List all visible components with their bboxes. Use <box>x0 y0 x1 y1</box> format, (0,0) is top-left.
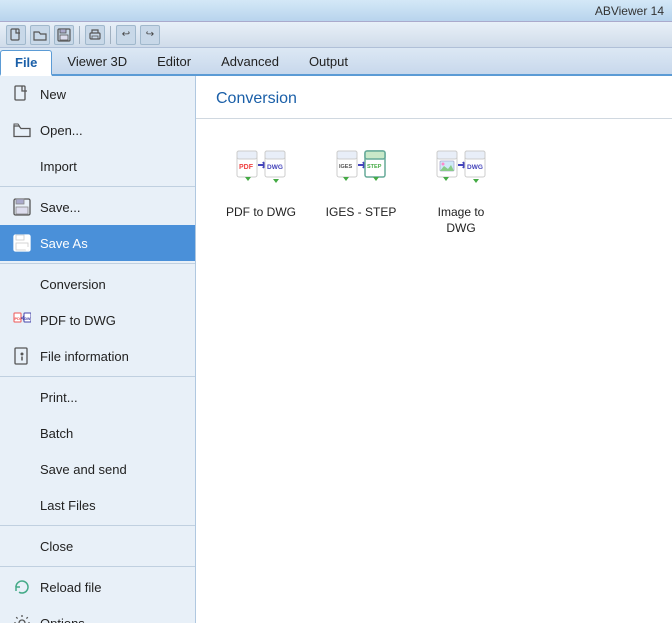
conversion-item-image-to-dwg-label: Image toDWG <box>438 205 485 236</box>
tab-file[interactable]: File <box>0 50 52 76</box>
print-icon <box>12 387 32 407</box>
tab-output[interactable]: Output <box>294 48 363 74</box>
sidebar-item-close[interactable]: Close <box>0 528 195 564</box>
sidebar-item-conversion[interactable]: Conversion <box>0 266 195 302</box>
options-icon <box>12 613 32 623</box>
close-item-icon <box>12 536 32 556</box>
conversion-icon <box>12 274 32 294</box>
sidebar-item-save[interactable]: Save... <box>0 189 195 225</box>
tab-viewer3d[interactable]: Viewer 3D <box>52 48 142 74</box>
sidebar-item-last-files[interactable]: Last Files <box>0 487 195 523</box>
divider-2 <box>0 263 195 264</box>
sidebar-item-open[interactable]: Open... <box>0 112 195 148</box>
sidebar-item-import-label: Import <box>40 159 77 174</box>
sidebar-item-save-and-send-label: Save and send <box>40 462 127 477</box>
sidebar-item-reload-file-label: Reload file <box>40 580 101 595</box>
sidebar-item-options-label: Options... <box>40 616 96 623</box>
sidebar-item-file-information[interactable]: File information <box>0 338 195 374</box>
sidebar-item-batch[interactable]: Batch <box>0 415 195 451</box>
new-doc-icon <box>12 84 32 104</box>
svg-text:DWG: DWG <box>467 164 483 171</box>
svg-text:STEP: STEP <box>367 164 382 170</box>
pdf-dwg-icon: PDF DWG <box>12 310 32 330</box>
sidebar-item-print-label: Print... <box>40 390 78 405</box>
toolbar-save-icon[interactable] <box>54 25 74 45</box>
sidebar-item-new[interactable]: New <box>0 76 195 112</box>
sidebar-item-save-label: Save... <box>40 200 80 215</box>
sidebar-item-batch-label: Batch <box>40 426 73 441</box>
toolbar: ↩ ↪ <box>0 22 672 48</box>
sidebar-item-pdf-to-dwg-label: PDF to DWG <box>40 313 116 328</box>
conversion-item-iges-step-label: IGES - STEP <box>326 205 397 221</box>
file-info-icon <box>12 346 32 366</box>
batch-icon <box>12 423 32 443</box>
sidebar-item-import[interactable]: Import <box>0 148 195 184</box>
toolbar-undo-icon[interactable]: ↩ <box>116 25 136 45</box>
svg-text:PDF: PDF <box>239 164 254 171</box>
main-layout: New Open... Import Save... Sav <box>0 76 672 623</box>
sidebar-item-conversion-label: Conversion <box>40 277 106 292</box>
tab-advanced[interactable]: Advanced <box>206 48 294 74</box>
sidebar-item-pdf-to-dwg[interactable]: PDF DWG PDF to DWG <box>0 302 195 338</box>
sidebar-item-file-information-label: File information <box>40 349 129 364</box>
import-icon <box>12 156 32 176</box>
last-files-icon <box>12 495 32 515</box>
title-bar: ABViewer 14 <box>0 0 672 22</box>
sidebar-item-reload-file[interactable]: Reload file <box>0 569 195 605</box>
sidebar-item-options[interactable]: Options... <box>0 605 195 623</box>
save-icon <box>12 197 32 217</box>
conversion-item-iges-step[interactable]: IGES STEP IGES - STEP <box>316 139 406 244</box>
save-send-icon <box>12 459 32 479</box>
sidebar-item-close-label: Close <box>40 539 73 554</box>
save-as-icon <box>12 233 32 253</box>
content-header: Conversion <box>196 76 672 119</box>
toolbar-new-icon[interactable] <box>6 25 26 45</box>
sidebar: New Open... Import Save... Sav <box>0 76 196 623</box>
pdf-to-dwg-icon: PDF DWG <box>235 147 287 199</box>
divider-5 <box>0 566 195 567</box>
divider-3 <box>0 376 195 377</box>
conversion-grid: PDF DWG PDF to DWG <box>196 119 672 264</box>
conversion-item-pdf-to-dwg-label: PDF to DWG <box>226 205 296 221</box>
toolbar-print-icon[interactable] <box>85 25 105 45</box>
svg-text:IGES: IGES <box>339 164 352 170</box>
sidebar-item-open-label: Open... <box>40 123 83 138</box>
app-title: ABViewer 14 <box>595 4 664 18</box>
toolbar-separator-1 <box>79 26 80 44</box>
image-to-dwg-icon: DWG <box>435 147 487 199</box>
iges-step-icon: IGES STEP <box>335 147 387 199</box>
conversion-item-image-to-dwg[interactable]: DWG Image toDWG <box>416 139 506 244</box>
divider-4 <box>0 525 195 526</box>
sidebar-item-last-files-label: Last Files <box>40 498 96 513</box>
svg-text:DWG: DWG <box>267 164 283 171</box>
tab-editor[interactable]: Editor <box>142 48 206 74</box>
toolbar-open-icon[interactable] <box>30 25 50 45</box>
reload-icon <box>12 577 32 597</box>
ribbon-tabs: File Viewer 3D Editor Advanced Output <box>0 48 672 76</box>
sidebar-item-new-label: New <box>40 87 66 102</box>
conversion-item-pdf-to-dwg[interactable]: PDF DWG PDF to DWG <box>216 139 306 244</box>
divider-1 <box>0 186 195 187</box>
sidebar-item-save-and-send[interactable]: Save and send <box>0 451 195 487</box>
sidebar-item-print[interactable]: Print... <box>0 379 195 415</box>
content-area: Conversion PDF <box>196 76 672 623</box>
open-folder-icon <box>12 120 32 140</box>
svg-text:DWG: DWG <box>25 317 32 321</box>
toolbar-redo-icon[interactable]: ↪ <box>140 25 160 45</box>
toolbar-separator-2 <box>110 26 111 44</box>
sidebar-item-save-as-label: Save As <box>40 236 88 251</box>
sidebar-item-save-as[interactable]: Save As <box>0 225 195 261</box>
